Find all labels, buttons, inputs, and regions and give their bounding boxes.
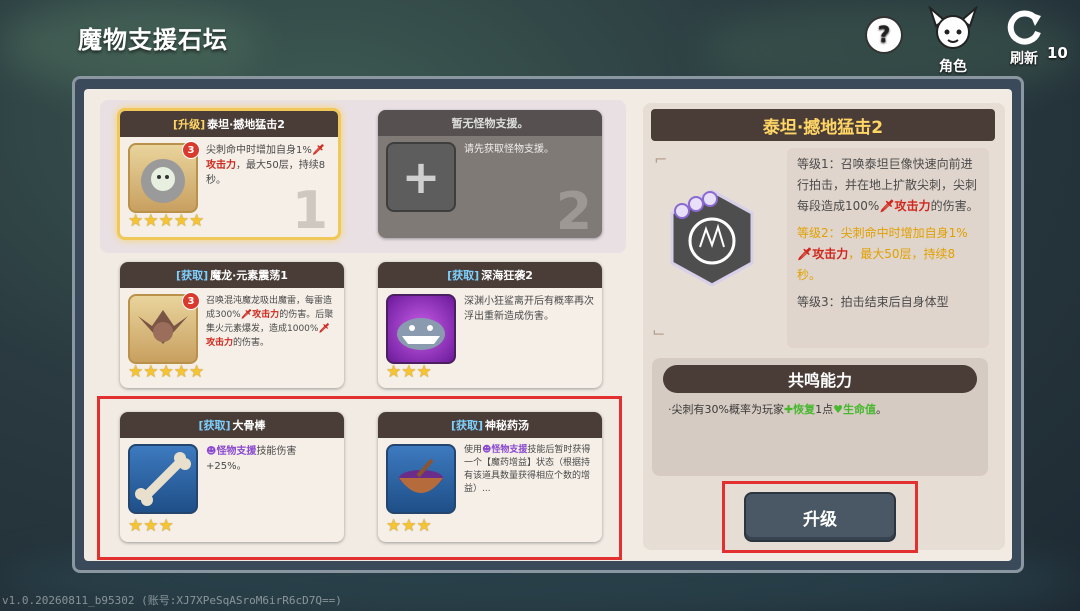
refresh-icon [1007, 10, 1041, 45]
slot-number: 2 [555, 182, 592, 238]
skill-detail-title: 泰坦·撼地猛击2 [651, 109, 995, 141]
highlight-box-upgrade [722, 481, 918, 553]
star-rating: ★★★ [386, 362, 432, 382]
heart-icon: ♥ [833, 403, 844, 416]
refresh-button[interactable]: 刷新 [1005, 8, 1043, 68]
card-deep-sea[interactable]: [获取] 深海狂袭2 深渊小狂鲨离开后有概率再次浮出重新造成伤害。 ★★★ [378, 262, 602, 388]
corner-ornament-icon: ⌙ [652, 322, 666, 341]
card-description: 深渊小狂鲨离开后有概率再次浮出重新造成伤害。 [464, 296, 594, 322]
help-button[interactable]: ? [867, 18, 901, 52]
dragon-portrait: 3 [128, 292, 200, 364]
star-rating: ★★★★★ [128, 362, 205, 382]
page-title: 魔物支援石坛 [78, 26, 228, 54]
refresh-count: 10 [1047, 44, 1068, 62]
role-label: 角色 [939, 59, 967, 75]
level-badge: 3 [182, 141, 200, 159]
role-button[interactable]: 角色 [926, 6, 980, 76]
slot-number: 1 [291, 181, 328, 240]
shark-icon [397, 318, 445, 350]
card-header: [获取] 魔龙·元素震荡1 [120, 262, 344, 288]
resonance-description: ·尖刺有30%概率为玩家✚恢复1点♥生命值。 [668, 403, 888, 416]
titan-portrait: 3 [128, 141, 200, 213]
card-title: 暂无怪物支援。 [451, 117, 529, 130]
card-dragon[interactable]: [获取] 魔龙·元素震荡1 3 召唤混沌魔龙吸出魔雷，每雷造成300%🗡攻击力的… [120, 262, 344, 388]
skill-icon [670, 189, 754, 287]
version-label: v1.0.20260811_b95302 (账号:XJ7XPeSqASroM6i… [2, 594, 342, 607]
add-icon: + [386, 142, 456, 212]
level-2-text: 等级2：尖刺命中时增加自身1%🗡攻击力，最大50层，持续8秒。 [797, 226, 968, 282]
level-3-text: 等级3：拍击结束后自身体型 [797, 295, 949, 309]
card-description: 召唤混沌魔龙吸出魔雷，每雷造成300%🗡攻击力的伤害。后聚集火元素爆发，造成10… [206, 296, 334, 348]
card-header: 暂无怪物支援。 [378, 110, 602, 136]
shark-portrait [386, 294, 456, 364]
level-1-text: 等级1：召唤泰坦巨像快速向前进行拍击，并在地上扩散尖刺，尖刺每段造成100%🗡攻… [797, 157, 979, 213]
card-title: 泰坦·撼地猛击2 [207, 118, 285, 131]
card-tag: [升级] [173, 118, 206, 131]
heal-icon: ✚ [783, 403, 794, 416]
card-header: [升级] 泰坦·撼地猛击2 [120, 111, 338, 137]
level-badge: 3 [182, 292, 200, 310]
sword-icon: 🗡 [311, 145, 325, 156]
refresh-label: 刷新 [1010, 51, 1038, 67]
star-rating: ★★★★★ [128, 211, 205, 231]
role-icon [928, 6, 978, 49]
skill-level-description: 等级1：召唤泰坦巨像快速向前进行拍击，并在地上扩散尖刺，尖刺每段造成100%🗡攻… [787, 148, 989, 348]
resonance-title: 共鸣能力 [663, 365, 977, 393]
support-slot-1[interactable]: [升级] 泰坦·撼地猛击2 3 尖刺命中时增加自身1%🗡攻击力，最大50层，持续… [117, 108, 341, 240]
card-title: 魔龙·元素震荡1 [210, 269, 288, 282]
highlight-box-cards [97, 396, 622, 560]
card-header: [获取] 深海狂袭2 [378, 262, 602, 288]
corner-ornament-icon: ⌐ [654, 150, 668, 169]
support-slot-2[interactable]: 暂无怪物支援。 + 请先获取怪物支援。 2 [378, 110, 602, 238]
card-title: 深海狂袭2 [481, 269, 533, 282]
help-icon: ? [877, 22, 891, 48]
